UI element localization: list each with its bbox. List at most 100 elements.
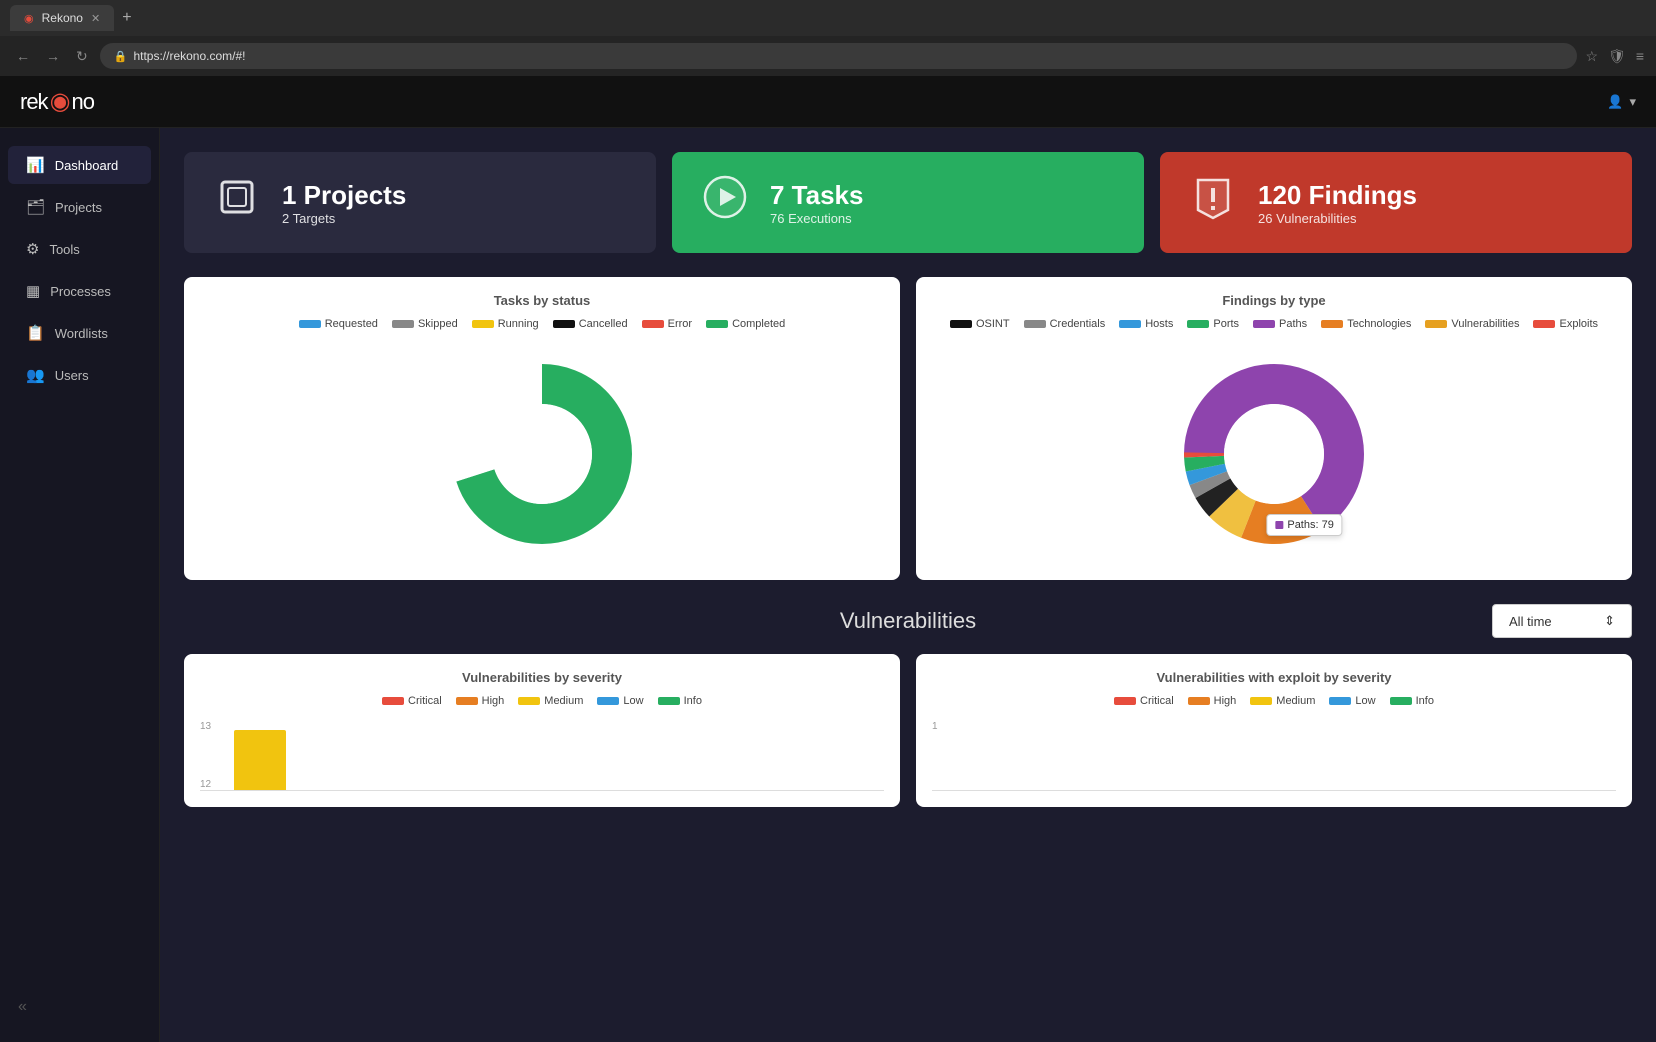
nav-refresh-button[interactable]: ↻ <box>72 44 92 69</box>
legend-dot-error <box>642 320 664 328</box>
legend-dot-exploit-medium <box>1250 697 1272 705</box>
tasks-stat-icon <box>700 172 750 233</box>
sidebar-item-label-dashboard: Dashboard <box>55 158 119 173</box>
legend-exploit-low: Low <box>1329 695 1375 707</box>
legend-dot-requested <box>299 320 321 328</box>
tools-icon: ⚙ <box>26 240 39 258</box>
new-tab-button[interactable]: + <box>122 9 131 27</box>
legend-vulnerabilities: Vulnerabilities <box>1425 318 1519 330</box>
sidebar-item-label-processes: Processes <box>50 284 111 299</box>
projects-stat-text: 1 Projects 2 Targets <box>282 180 406 226</box>
findings-donut-tooltip: Paths: 79 <box>1266 514 1342 536</box>
legend-dot-ports <box>1187 320 1209 328</box>
tasks-stat-text: 7 Tasks 76 Executions <box>770 180 863 226</box>
legend-dot-low <box>597 697 619 705</box>
legend-dot-exploit-critical <box>1114 697 1136 705</box>
legend-label-low: Low <box>623 695 643 707</box>
legend-dot-credentials <box>1024 320 1046 328</box>
legend-dot-exploits <box>1533 320 1555 328</box>
legend-credentials: Credentials <box>1024 318 1106 330</box>
legend-ports: Ports <box>1187 318 1239 330</box>
tasks-stat-sub: 76 Executions <box>770 211 863 226</box>
vuln-filter-container: All time ⇕ <box>1149 604 1632 638</box>
projects-icon: 🗂 <box>26 198 45 216</box>
legend-label-exploit-medium: Medium <box>1276 695 1315 707</box>
legend-dot-exploit-low <box>1329 697 1351 705</box>
url-bar[interactable]: 🔒 https://rekono.com/#! <box>100 43 1578 69</box>
vulnerabilities-title: Vulnerabilities <box>667 608 1150 634</box>
legend-running: Running <box>472 318 539 330</box>
legend-label-exploit-info: Info <box>1416 695 1434 707</box>
legend-exploit-medium: Medium <box>1250 695 1315 707</box>
sidebar-item-label-projects: Projects <box>55 200 102 215</box>
legend-dot-cancelled <box>553 320 575 328</box>
legend-dot-hosts <box>1119 320 1141 328</box>
legend-dot-skipped <box>392 320 414 328</box>
tasks-stat-main: 7 Tasks <box>770 180 863 211</box>
legend-critical: Critical <box>382 695 442 707</box>
url-text: https://rekono.com/#! <box>133 49 245 63</box>
tooltip-text: Paths: 79 <box>1287 519 1333 531</box>
legend-hosts: Hosts <box>1119 318 1173 330</box>
vuln-severity-bar-area: 13 12 <box>200 721 884 791</box>
bar-medium <box>234 730 286 790</box>
legend-label-completed: Completed <box>732 318 785 330</box>
findings-chart-legend: OSINT Credentials Hosts Ports <box>932 318 1616 330</box>
stat-card-tasks: 7 Tasks 76 Executions <box>672 152 1144 253</box>
sidebar-item-tools[interactable]: ⚙ Tools <box>8 230 151 268</box>
legend-exploit-info: Info <box>1390 695 1434 707</box>
legend-requested: Requested <box>299 318 378 330</box>
nav-forward-button[interactable]: → <box>42 44 64 68</box>
findings-stat-text: 120 Findings 26 Vulnerabilities <box>1258 180 1417 226</box>
menu-icon[interactable]: ≡ <box>1636 48 1644 65</box>
time-filter-chevron-icon: ⇕ <box>1604 613 1615 629</box>
user-menu[interactable]: 👤 ▾ <box>1607 94 1636 110</box>
findings-by-type-chart: Findings by type OSINT Credentials Ho <box>916 277 1632 580</box>
legend-label-skipped: Skipped <box>418 318 458 330</box>
legend-high: High <box>456 695 505 707</box>
browser-chrome: ◉ Rekono ✕ + <box>0 0 1656 36</box>
legend-label-technologies: Technologies <box>1347 318 1411 330</box>
legend-label-medium: Medium <box>544 695 583 707</box>
main-layout: 📊 Dashboard 🗂 Projects ⚙ Tools ▦ Process… <box>0 128 1656 1042</box>
legend-medium: Medium <box>518 695 583 707</box>
legend-dot-exploit-high <box>1188 697 1210 705</box>
legend-dot-info <box>658 697 680 705</box>
projects-stat-main: 1 Projects <box>282 180 406 211</box>
vuln-severity-legend: Critical High Medium Low <box>200 695 884 707</box>
sidebar-item-users[interactable]: 👥 Users <box>8 356 151 394</box>
legend-label-osint: OSINT <box>976 318 1010 330</box>
user-icon: 👤 <box>1607 94 1623 110</box>
legend-dot-high <box>456 697 478 705</box>
logo-icon: ◉ <box>50 87 70 116</box>
vuln-exploit-bar-area: 1 <box>932 721 1616 791</box>
browser-toolbar-icons: ☆ 🛡 ≡ <box>1585 48 1644 65</box>
legend-low: Low <box>597 695 643 707</box>
legend-label-paths: Paths <box>1279 318 1307 330</box>
sidebar-collapse-button[interactable]: « <box>0 988 159 1026</box>
sidebar-item-projects[interactable]: 🗂 Projects <box>8 188 151 226</box>
sidebar-item-wordlists[interactable]: 📋 Wordlists <box>8 314 151 352</box>
browser-tab[interactable]: ◉ Rekono ✕ <box>10 5 114 31</box>
tasks-by-status-chart: Tasks by status Requested Skipped Run <box>184 277 900 580</box>
legend-technologies: Technologies <box>1321 318 1411 330</box>
legend-dot-vulnerabilities <box>1425 320 1447 328</box>
legend-osint: OSINT <box>950 318 1010 330</box>
sidebar-item-label-users: Users <box>55 368 89 383</box>
legend-skipped: Skipped <box>392 318 458 330</box>
legend-dot-paths <box>1253 320 1275 328</box>
sidebar: 📊 Dashboard 🗂 Projects ⚙ Tools ▦ Process… <box>0 128 160 1042</box>
legend-label-exploit-critical: Critical <box>1140 695 1174 707</box>
time-filter-select[interactable]: All time ⇕ <box>1492 604 1632 638</box>
legend-cancelled: Cancelled <box>553 318 628 330</box>
bookmark-icon[interactable]: ☆ <box>1585 48 1598 65</box>
tab-close-button[interactable]: ✕ <box>91 12 100 25</box>
nav-back-button[interactable]: ← <box>12 44 34 68</box>
findings-donut-chart: Paths: 79 <box>932 344 1616 564</box>
sidebar-item-dashboard[interactable]: 📊 Dashboard <box>8 146 151 184</box>
users-icon: 👥 <box>26 366 45 384</box>
processes-icon: ▦ <box>26 282 40 300</box>
sidebar-item-processes[interactable]: ▦ Processes <box>8 272 151 310</box>
y-axis-exploit-label: 1 <box>932 721 938 732</box>
sidebar-item-label-wordlists: Wordlists <box>55 326 108 341</box>
